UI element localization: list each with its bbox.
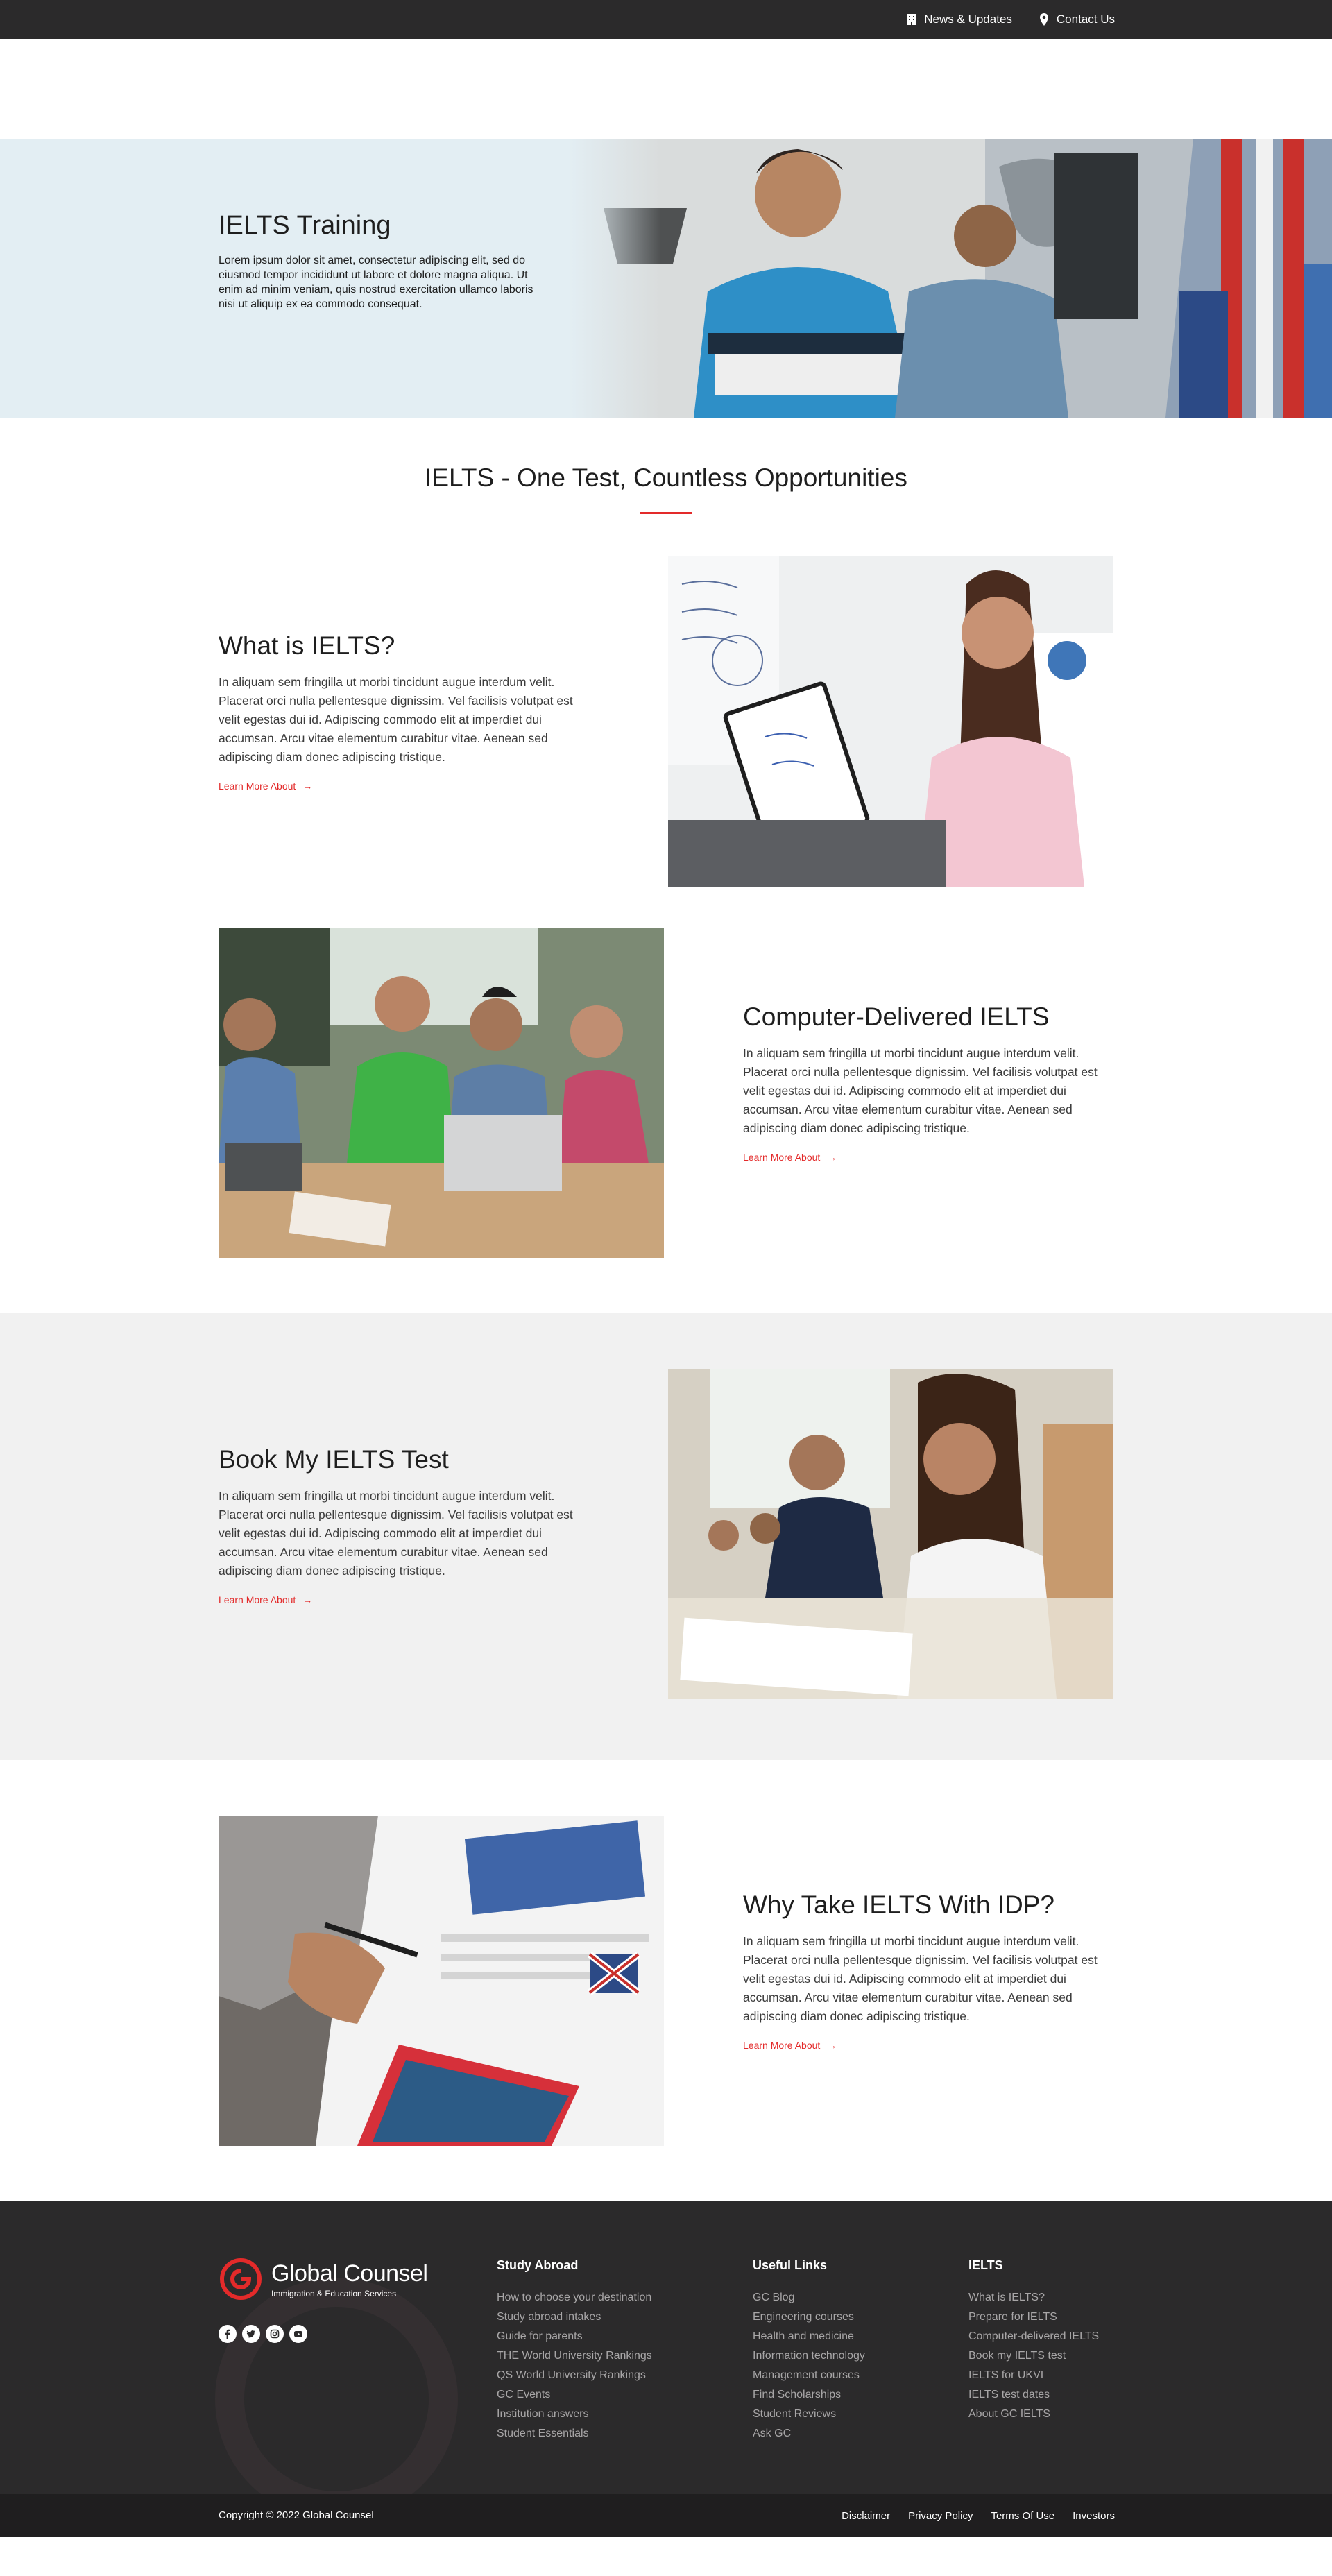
youtube-icon[interactable] [289,2325,307,2343]
feature-computer-delivered-ielts: Computer-Delivered IELTS In aliquam sem … [743,1003,1111,1164]
social-links [219,2325,307,2343]
footer-link[interactable]: Engineering courses [753,2308,865,2327]
footer-link[interactable]: Student Essentials [497,2424,652,2443]
logo-watermark [215,2278,458,2494]
footer-link[interactable]: Study abroad intakes [497,2308,652,2327]
footer-column-study-abroad: Study Abroad How to choose your destinat… [497,2258,652,2443]
hero-description: Lorem ipsum dolor sit amet, consectetur … [219,255,533,310]
learn-more-link[interactable]: Learn More About → [219,781,312,792]
investors-link[interactable]: Investors [1073,2510,1115,2522]
section-heading: IELTS - One Test, Countless Opportunitie… [425,463,907,492]
footer-link[interactable]: Management courses [753,2366,865,2385]
footer-link[interactable]: Guide for parents [497,2327,652,2346]
privacy-policy-link[interactable]: Privacy Policy [908,2510,973,2522]
footer-link[interactable]: Book my IELTS test [968,2346,1099,2366]
footer-link[interactable]: What is IELTS? [968,2288,1099,2308]
footer-column-title: IELTS [968,2258,1003,2272]
page-canvas [0,39,1332,2576]
footer-link[interactable]: Computer-delivered IELTS [968,2327,1099,2346]
hero-photo [569,139,1332,418]
learn-more-link[interactable]: Learn More About → [219,1594,312,1605]
students-laptops-image [219,928,664,1258]
twitter-icon[interactable] [242,2325,260,2343]
footer-link[interactable]: GC Blog [753,2288,865,2308]
feature-why-take-ielts-with-idp: Why Take IELTS With IDP? In aliquam sem … [743,1891,1111,2052]
photo-students-laptops [219,928,664,1258]
footer-link[interactable]: Student Reviews [753,2405,865,2424]
footer-link[interactable]: Institution answers [497,2405,652,2424]
learn-more-label: Learn More About [219,1594,296,1605]
arrow-right-icon: → [827,2040,837,2051]
classroom-students-image [668,1369,1113,1699]
hero-title: IELTS Training [219,211,391,240]
facebook-icon[interactable] [219,2325,237,2343]
learn-more-label: Learn More About [219,781,296,792]
footer-link[interactable]: About GC IELTS [968,2405,1099,2424]
footer-logo[interactable]: Global Counsel Immigration & Education S… [219,2257,428,2301]
footer-column-useful-links: Useful Links GC Blog Engineering courses… [753,2258,865,2443]
arrow-right-icon: → [302,1594,313,1605]
footer-link[interactable]: How to choose your destination [497,2288,652,2308]
bottom-bar: Copyright © 2022 Global Counsel Disclaim… [0,2494,1332,2537]
photo-writing-test [219,1816,664,2146]
arrow-right-icon: → [827,1152,837,1163]
contact-us-link[interactable]: Contact Us [1037,12,1115,26]
footer-link[interactable]: Find Scholarships [753,2385,865,2405]
hero-banner: IELTS Training Lorem ipsum dolor sit ame… [0,139,1332,418]
instagram-icon[interactable] [266,2325,284,2343]
terms-of-use-link[interactable]: Terms Of Use [991,2510,1054,2522]
footer-link[interactable]: Health and medicine [753,2327,865,2346]
footer-link[interactable]: QS World University Rankings [497,2366,652,2385]
feature-title: Computer-Delivered IELTS [743,1003,1050,1031]
brand-name: Global Counsel [271,2260,428,2287]
photo-student-with-clipboard [668,556,1113,887]
feature-title: What is IELTS? [219,631,395,660]
hero-illustration [569,139,1332,418]
footer-column-title: Useful Links [753,2258,828,2272]
learn-more-link[interactable]: Learn More About → [743,1152,837,1163]
student-clipboard-image [668,556,1113,887]
feature-description: In aliquam sem fringilla ut morbi tincid… [743,1046,1098,1135]
footer-link[interactable]: IELTS for UKVI [968,2366,1099,2385]
footer-link[interactable]: Information technology [753,2346,865,2366]
logo-text: Global Counsel Immigration & Education S… [271,2260,428,2298]
feature-description: In aliquam sem fringilla ut morbi tincid… [743,1934,1098,2023]
footer: Global Counsel Immigration & Education S… [0,2201,1332,2494]
legal-links: Disclaimer Privacy Policy Terms Of Use I… [842,2494,1115,2537]
footer-link[interactable]: Ask GC [753,2424,865,2443]
disclaimer-link[interactable]: Disclaimer [842,2510,890,2522]
footer-column-title: Study Abroad [497,2258,579,2272]
footer-link[interactable]: GC Events [497,2385,652,2405]
learn-more-label: Learn More About [743,2040,821,2051]
feature-description: In aliquam sem fringilla ut morbi tincid… [219,675,573,764]
top-bar: News & Updates Contact Us [0,0,1332,39]
book-test-band [0,1313,1332,1760]
feature-title: Book My IELTS Test [219,1445,449,1474]
feature-title: Why Take IELTS With IDP? [743,1891,1054,1919]
top-links: News & Updates Contact Us [905,0,1115,39]
footer-link[interactable]: Prepare for IELTS [968,2308,1099,2327]
news-updates-link[interactable]: News & Updates [905,12,1012,26]
footer-column-ielts: IELTS What is IELTS? Prepare for IELTS C… [968,2258,1099,2424]
map-pin-icon [1039,13,1048,26]
learn-more-label: Learn More About [743,1152,821,1163]
copyright-text: Copyright © 2022 Global Counsel [219,2509,374,2521]
building-icon [907,14,917,25]
learn-more-link[interactable]: Learn More About → [743,2040,837,2051]
contact-us-label: Contact Us [1056,12,1115,26]
footer-link[interactable]: THE World University Rankings [497,2346,652,2366]
hero-text: IELTS Training Lorem ipsum dolor sit ame… [219,211,538,312]
arrow-right-icon: → [302,781,313,792]
feature-what-is-ielts: What is IELTS? In aliquam sem fringilla … [219,631,586,793]
news-updates-label: News & Updates [924,12,1012,26]
photo-classroom-students [668,1369,1113,1699]
footer-link[interactable]: IELTS test dates [968,2385,1099,2405]
writing-test-image [219,1816,664,2146]
feature-description: In aliquam sem fringilla ut morbi tincid… [219,1489,573,1578]
global-counsel-logo-icon [220,2258,262,2300]
feature-book-my-ielts-test: Book My IELTS Test In aliquam sem fringi… [219,1445,586,1607]
heading-underline [640,512,692,514]
brand-tagline: Immigration & Education Services [271,2288,397,2298]
